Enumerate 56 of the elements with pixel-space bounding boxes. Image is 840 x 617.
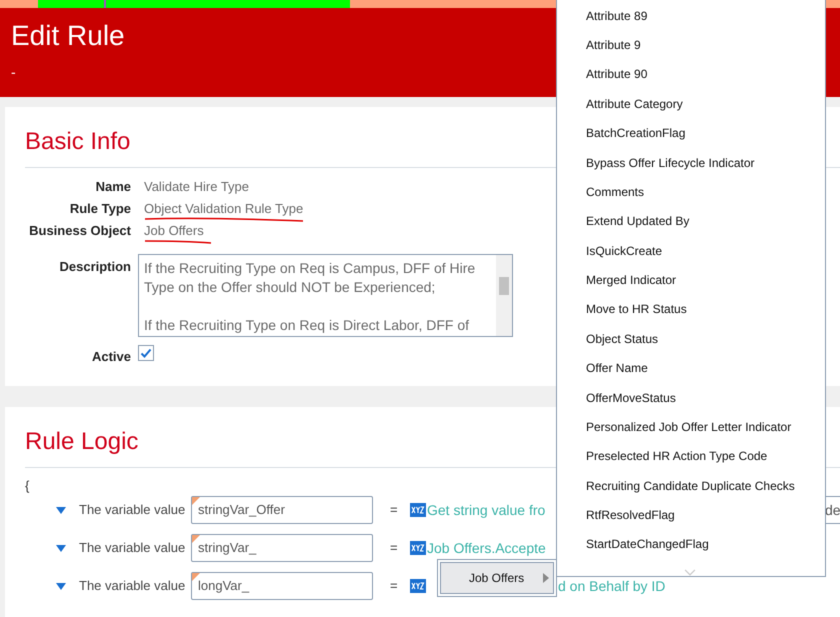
variable-field[interactable]: stringVar_: [191, 534, 373, 562]
menu-item[interactable]: BatchCreationFlag: [557, 118, 825, 148]
menu-item[interactable]: Attribute 89: [557, 1, 825, 30]
menu-item[interactable]: IsQuickCreate: [557, 236, 825, 266]
menu-item[interactable]: Offer Name: [557, 354, 825, 383]
corner-marker-icon: [192, 497, 200, 505]
brace: {: [25, 478, 30, 494]
section-title: Rule Logic: [25, 427, 138, 457]
menu-item[interactable]: Attribute Category: [557, 89, 825, 118]
active-checkbox[interactable]: [138, 344, 154, 361]
row-label: The variable value: [79, 577, 186, 596]
caret-right-icon: [543, 573, 549, 583]
menu-item[interactable]: Preselected HR Action Type Code: [557, 442, 825, 471]
menu-item[interactable]: Merged Indicator: [557, 265, 825, 295]
menu-item[interactable]: Move to HR Status: [557, 294, 825, 324]
field-label: Rule Type: [68, 200, 131, 218]
menu-item[interactable]: Extend Updated By: [557, 206, 825, 236]
row-label: The variable value: [79, 539, 186, 558]
field-label: Business Object: [28, 222, 131, 240]
scrollbar[interactable]: [496, 255, 512, 336]
field-label: Active: [90, 348, 131, 366]
field-value: Validate Hire Type: [144, 178, 250, 196]
xyz-icon: [410, 579, 426, 593]
menu-item[interactable]: Comments: [557, 177, 825, 207]
variable-field[interactable]: stringVar_Offer: [191, 496, 373, 524]
equals-sign: =: [390, 501, 399, 520]
menu-item[interactable]: Attribute 90: [557, 60, 825, 90]
page-subtitle: -: [11, 63, 16, 82]
menu-item[interactable]: RtfResolvedFlag: [557, 500, 825, 530]
menu-item[interactable]: Object Status: [557, 324, 825, 354]
field-label: Name: [94, 178, 131, 196]
expand-icon[interactable]: [56, 544, 66, 552]
menu-item[interactable]: Bypass Offer Lifecycle Indicator: [557, 148, 825, 178]
expand-icon[interactable]: [56, 582, 66, 590]
menu-item[interactable]: OfferMoveStatus: [557, 382, 825, 412]
equals-sign: =: [390, 539, 399, 558]
menu-item[interactable]: Personalized Job Offer Letter Indicator: [557, 412, 825, 442]
xyz-icon: [410, 541, 426, 555]
section-title: Basic Info: [25, 127, 130, 157]
equals-sign: =: [390, 577, 399, 596]
row-label: The variable value: [79, 501, 186, 520]
xyz-icon: [410, 503, 426, 517]
menu-item[interactable]: Recruiting Candidate Duplicate Checks: [557, 471, 825, 500]
field-label: Description: [58, 258, 131, 276]
page-title: Edit Rule: [11, 19, 125, 53]
corner-marker-icon: [192, 535, 200, 543]
submenu-item[interactable]: Job Offers: [440, 562, 554, 594]
menu-item[interactable]: Attribute 9: [557, 30, 825, 60]
field-value: Job Offers: [144, 222, 205, 240]
expand-icon[interactable]: [56, 506, 66, 514]
menu-item[interactable]: StartDateChangedFlag: [557, 530, 825, 560]
field-value: Object Validation Rule Type: [144, 200, 304, 218]
description-field[interactable]: If the Recruiting Type on Req is Campus, DFF of Hire Type on the Offer should NOT be Experienced; If the Recruiting Type on Req is Direct Labor, DFF of: [138, 254, 513, 337]
description-text: If the Recruiting Type on Req is Campus, DFF of Hire Type on the Offer should NOT be Experienced; If the Recruiting Type on Req is Direct Labor, DFF of: [143, 259, 476, 335]
variable-field[interactable]: longVar_: [191, 572, 373, 600]
corner-marker-icon: [192, 573, 200, 581]
